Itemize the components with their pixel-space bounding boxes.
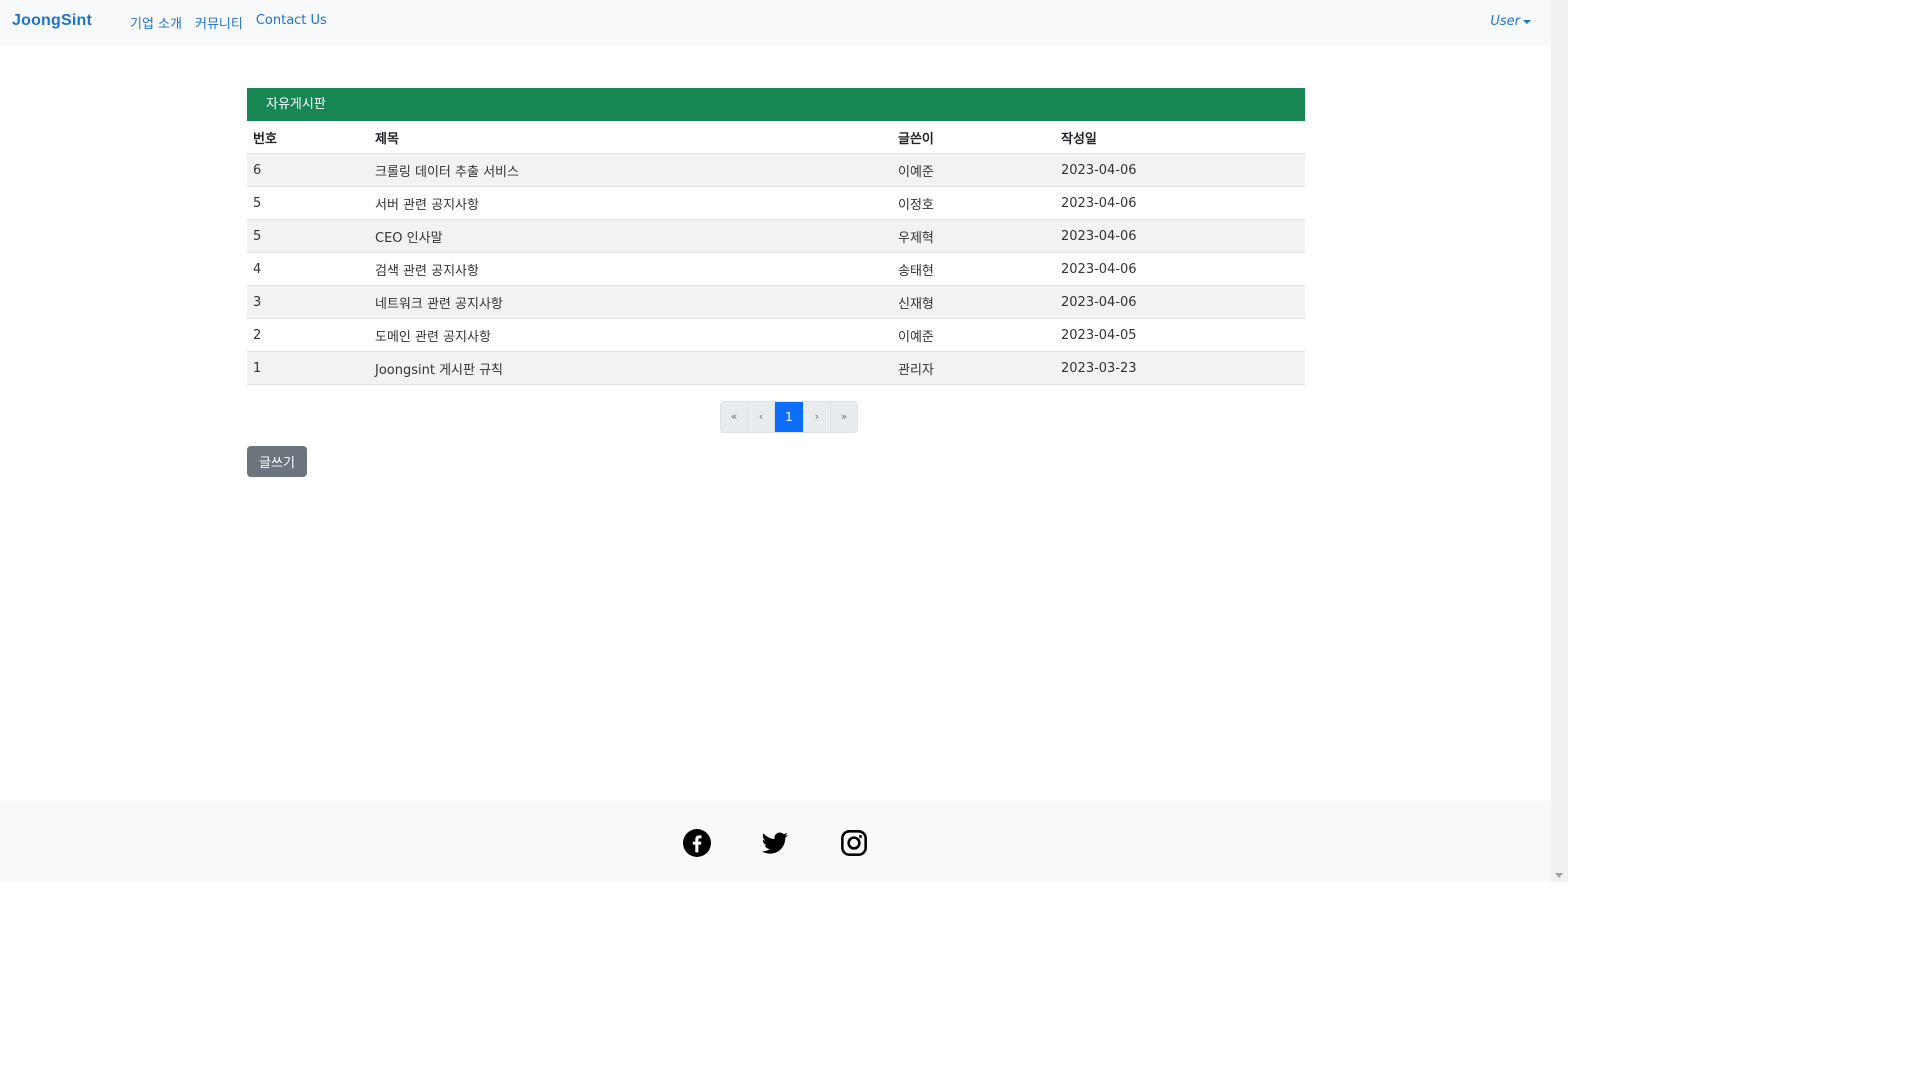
table-row[interactable]: 6 크롤링 데이터 추출 서비스 이예준 2023-04-06 xyxy=(247,153,1305,187)
cell-num: 5 xyxy=(247,186,369,220)
post-title-link[interactable]: CEO 인사말 xyxy=(369,219,892,253)
post-title-link[interactable]: 크롤링 데이터 추출 서비스 xyxy=(369,153,892,187)
viewport: JoongSint 기업 소개 커뮤니티 Contact Us User 자유게… xyxy=(0,0,1568,882)
cell-writer: 관리자 xyxy=(892,351,1055,385)
cell-num: 1 xyxy=(247,351,369,385)
twitter-icon[interactable] xyxy=(761,829,789,857)
brand-logo[interactable]: JoongSint xyxy=(12,12,92,30)
table-row[interactable]: 2 도메인 관련 공지사항 이예준 2023-04-05 xyxy=(247,318,1305,352)
table-row[interactable]: 4 검색 관련 공지사항 송태현 2023-04-06 xyxy=(247,252,1305,286)
post-title-link[interactable]: 도메인 관련 공지사항 xyxy=(369,318,892,352)
board-table: 번호 제목 글쓴이 작성일 6 크롤링 데이터 추출 서비스 이예준 2023-… xyxy=(247,121,1305,385)
table-row[interactable]: 1 Joongsint 게시판 규칙 관리자 2023-03-23 xyxy=(247,351,1305,385)
instagram-icon[interactable] xyxy=(840,829,868,857)
cell-num: 6 xyxy=(247,153,369,187)
post-title-link[interactable]: 서버 관련 공지사항 xyxy=(369,186,892,220)
nav-links: 기업 소개 커뮤니티 Contact Us xyxy=(130,13,327,32)
post-title-link[interactable]: 네트워크 관련 공지사항 xyxy=(369,285,892,319)
cell-date: 2023-04-06 xyxy=(1055,219,1305,253)
cell-date: 2023-03-23 xyxy=(1055,351,1305,385)
pagination: « ‹ 1 › » xyxy=(720,401,858,433)
cell-writer: 신재형 xyxy=(892,285,1055,319)
user-dropdown[interactable]: User xyxy=(1490,14,1531,29)
post-title-link[interactable]: Joongsint 게시판 규칙 xyxy=(369,351,892,385)
cell-date: 2023-04-06 xyxy=(1055,285,1305,319)
pagination-prev-button[interactable]: ‹ xyxy=(748,402,775,432)
board-title: 자유게시판 xyxy=(247,88,1305,121)
cell-num: 5 xyxy=(247,219,369,253)
table-row[interactable]: 5 CEO 인사말 우제혁 2023-04-06 xyxy=(247,219,1305,253)
table-row[interactable]: 3 네트워크 관련 공지사항 신재형 2023-04-06 xyxy=(247,285,1305,319)
cell-date: 2023-04-05 xyxy=(1055,318,1305,352)
cell-date: 2023-04-06 xyxy=(1055,186,1305,220)
pagination-page-1[interactable]: 1 xyxy=(775,402,804,432)
vertical-scrollbar[interactable] xyxy=(1551,0,1568,882)
cell-date: 2023-04-06 xyxy=(1055,153,1305,187)
cell-writer: 이예준 xyxy=(892,318,1055,352)
navbar: JoongSint 기업 소개 커뮤니티 Contact Us User xyxy=(0,0,1551,45)
facebook-icon[interactable] xyxy=(683,829,711,857)
nav-link-contact[interactable]: Contact Us xyxy=(256,13,327,32)
scroll-down-arrow-icon[interactable] xyxy=(1555,873,1563,878)
column-header-num: 번호 xyxy=(247,121,369,154)
user-dropdown-label: User xyxy=(1490,14,1520,29)
cell-writer: 우제혁 xyxy=(892,219,1055,253)
cell-num: 3 xyxy=(247,285,369,319)
table-row[interactable]: 5 서버 관련 공지사항 이정호 2023-04-06 xyxy=(247,186,1305,220)
nav-link-company[interactable]: 기업 소개 xyxy=(130,13,182,32)
cell-writer: 이정호 xyxy=(892,186,1055,220)
column-header-date: 작성일 xyxy=(1055,121,1305,154)
table-header-row: 번호 제목 글쓴이 작성일 xyxy=(247,121,1305,154)
scrollbar-thumb[interactable] xyxy=(1554,2,1565,864)
caret-down-icon xyxy=(1523,20,1531,24)
board: 자유게시판 번호 제목 글쓴이 작성일 6 크롤링 데이터 추출 서비스 이예준 xyxy=(247,88,1305,385)
cell-num: 2 xyxy=(247,318,369,352)
column-header-title: 제목 xyxy=(369,121,892,154)
post-title-link[interactable]: 검색 관련 공지사항 xyxy=(369,252,892,286)
cell-date: 2023-04-06 xyxy=(1055,252,1305,286)
cell-writer: 이예준 xyxy=(892,153,1055,187)
footer xyxy=(0,801,1551,882)
pagination-next-button[interactable]: › xyxy=(804,402,831,432)
page: JoongSint 기업 소개 커뮤니티 Contact Us User 자유게… xyxy=(0,0,1551,882)
column-header-writer: 글쓴이 xyxy=(892,121,1055,154)
pagination-last-button[interactable]: » xyxy=(831,402,857,432)
write-post-button[interactable]: 글쓰기 xyxy=(247,446,307,477)
cell-writer: 송태현 xyxy=(892,252,1055,286)
cell-num: 4 xyxy=(247,252,369,286)
pagination-first-button[interactable]: « xyxy=(721,402,748,432)
nav-link-community[interactable]: 커뮤니티 xyxy=(195,13,243,32)
